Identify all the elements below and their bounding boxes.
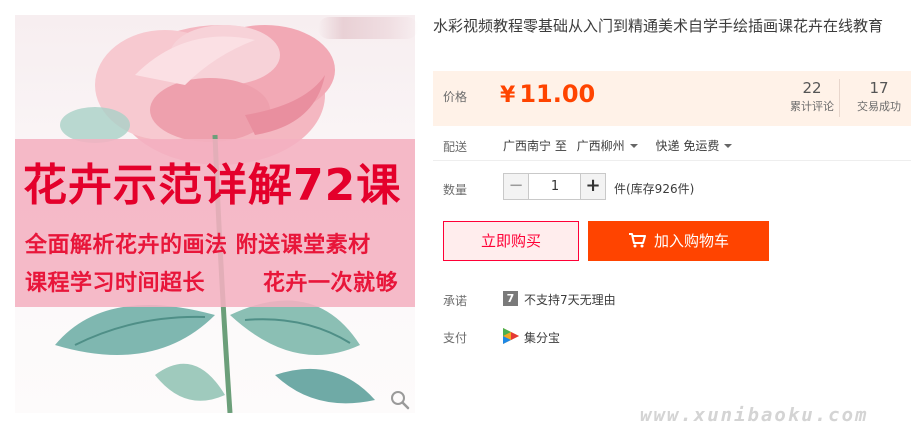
chevron-down-icon <box>724 143 733 148</box>
stat-divider <box>839 79 840 117</box>
add-to-cart-label: 加入购物车 <box>653 232 729 250</box>
currency-symbol: ¥ <box>500 83 516 108</box>
banner-line-2-right: 花卉一次就够 <box>263 271 399 296</box>
deals-label: 交易成功 <box>857 100 901 113</box>
banner-line-1: 全面解析花卉的画法 附送课堂素材 <box>25 233 371 258</box>
shipping-label: 配送 <box>443 140 468 154</box>
quantity-label: 数量 <box>443 183 468 197</box>
reviews-stat[interactable]: 22 累计评论 <box>778 78 846 116</box>
quantity-input[interactable] <box>530 174 580 199</box>
increase-button[interactable]: + <box>580 174 605 199</box>
banner-line-2-left: 课程学习时间超长 <box>25 271 206 296</box>
ship-from: 广西南宁 至 <box>503 139 567 153</box>
price-amount: 11.00 <box>519 80 596 108</box>
deals-stat: 17 交易成功 <box>845 78 911 116</box>
promise-text: 不支持7天无理由 <box>524 293 616 307</box>
price-label: 价格 <box>443 90 468 104</box>
reviews-label: 累计评论 <box>790 100 834 113</box>
price-value: ¥11.00 <box>500 80 595 108</box>
ship-to: 广西柳州 <box>576 139 625 153</box>
jifenbao-icon <box>503 328 519 344</box>
reviews-count: 22 <box>802 79 822 97</box>
decrease-button[interactable]: − <box>504 174 529 199</box>
product-title: 水彩视频教程零基础从入门到精通美术自学手绘插画课花卉在线教育 <box>433 17 884 35</box>
stock-text: 件(库存926件) <box>614 182 695 196</box>
payment-label: 支付 <box>443 331 468 345</box>
payment-method: 集分宝 <box>524 331 561 345</box>
seven-day-icon: 7 <box>503 291 518 306</box>
site-watermark: www.xunibaoku.com <box>640 404 869 426</box>
banner-title: 花卉示范详解72课 <box>23 160 402 211</box>
add-to-cart-button[interactable]: 加入购物车 <box>588 221 769 261</box>
product-main-image[interactable]: 花卉示范详解72课 全面解析花卉的画法 附送课堂素材 课程学习时间超长 花卉一次… <box>15 15 415 413</box>
divider <box>433 160 911 161</box>
quantity-stepper: − + <box>503 173 606 200</box>
blurred-badge <box>318 17 418 39</box>
ship-to-select[interactable]: 广西柳州 <box>577 137 638 154</box>
ship-method-select[interactable]: 快递 免运费 <box>656 137 733 154</box>
shipping-row: 广西南宁 至 广西柳州 快递 免运费 <box>503 137 733 154</box>
ship-method: 快递 免运费 <box>655 139 720 153</box>
magnifier-icon[interactable] <box>389 389 411 411</box>
promise-label: 承诺 <box>443 294 468 308</box>
promo-banner: 花卉示范详解72课 全面解析花卉的画法 附送课堂素材 课程学习时间超长 花卉一次… <box>15 139 415 307</box>
cart-icon <box>628 233 646 248</box>
chevron-down-icon <box>629 143 638 148</box>
corner-mark: ” <box>900 0 907 8</box>
price-panel: 价格 ¥11.00 22 累计评论 17 交易成功 <box>433 71 911 126</box>
deals-count: 17 <box>869 79 889 97</box>
buy-now-button[interactable]: 立即购买 <box>443 221 579 261</box>
